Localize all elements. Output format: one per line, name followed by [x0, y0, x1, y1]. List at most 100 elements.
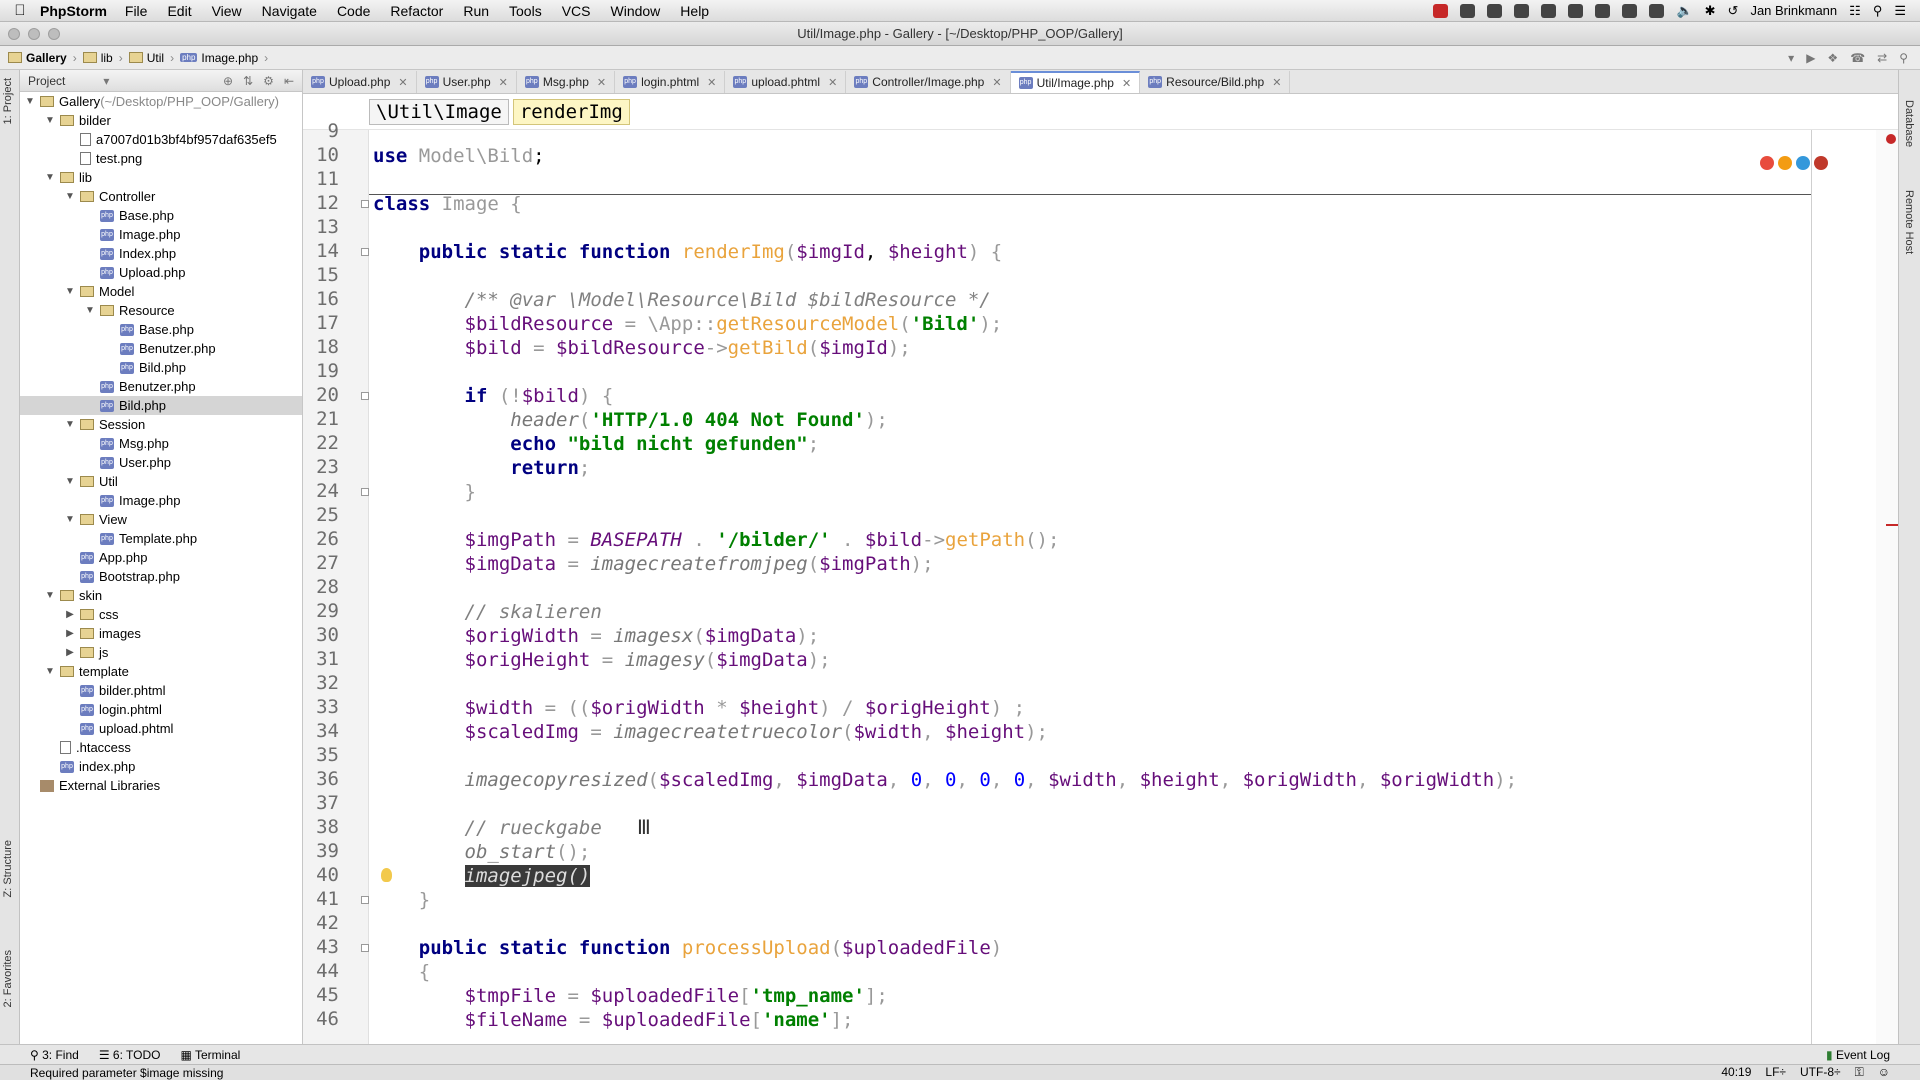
menu-tools[interactable]: Tools: [509, 3, 542, 19]
scroll-from-source-icon[interactable]: ⊕: [223, 74, 233, 88]
code-line[interactable]: $origHeight = imagesy($imgData);: [373, 648, 831, 672]
opera-icon[interactable]: [1814, 156, 1828, 170]
dropbox-icon[interactable]: [1460, 3, 1476, 18]
tree-item[interactable]: ▼ template: [20, 662, 302, 681]
menu-navigate[interactable]: Navigate: [262, 3, 317, 19]
tree-item[interactable]: php Image.php: [20, 225, 302, 244]
tree-item[interactable]: ▼ Resource: [20, 301, 302, 320]
expand-down-icon[interactable]: ▼: [44, 666, 56, 677]
code-line[interactable]: use Model\Bild;: [373, 144, 556, 168]
tree-item[interactable]: php Bootstrap.php: [20, 567, 302, 586]
expand-right-icon[interactable]: ▶: [64, 647, 76, 658]
remote-host-tool-tab[interactable]: Remote Host: [1903, 190, 1915, 254]
tree-item[interactable]: php bilder.phtml: [20, 681, 302, 700]
minimize-window-button[interactable]: [28, 28, 40, 40]
safari-icon[interactable]: [1796, 156, 1810, 170]
zoom-window-button[interactable]: [48, 28, 60, 40]
spotlight-icon[interactable]: ⚲: [1873, 3, 1883, 19]
search-everywhere-icon[interactable]: ⚲: [1899, 51, 1908, 65]
notification-center-icon[interactable]: ☰: [1894, 3, 1906, 19]
menu-help[interactable]: Help: [680, 3, 709, 19]
tree-item[interactable]: test.png: [20, 149, 302, 168]
editor-tab[interactable]: php User.php ✕: [417, 71, 517, 93]
find-tool-tab[interactable]: ⚲ 3: Find: [30, 1048, 79, 1062]
cloud-icon[interactable]: [1595, 3, 1611, 18]
tree-item[interactable]: ▼ Util: [20, 472, 302, 491]
close-tab-icon[interactable]: ✕: [992, 76, 1001, 89]
close-window-button[interactable]: [8, 28, 20, 40]
tray-app-icon[interactable]: [1487, 3, 1503, 18]
code-line[interactable]: }: [373, 888, 430, 912]
error-status-icon[interactable]: [1886, 134, 1896, 144]
line-separator[interactable]: LF÷: [1765, 1065, 1786, 1080]
code-line[interactable]: $bild = $bildResource->getBild($imgId);: [373, 336, 911, 360]
tree-item[interactable]: php Base.php: [20, 320, 302, 339]
code-line[interactable]: if (!$bild) {: [373, 384, 614, 408]
code-line[interactable]: $imgData = imagecreatefromjpeg($imgPath)…: [373, 552, 934, 576]
tree-item[interactable]: a7007d01b3bf4bf957daf635ef5: [20, 130, 302, 149]
expand-down-icon[interactable]: ▼: [44, 590, 56, 601]
expand-down-icon[interactable]: ▼: [64, 419, 76, 430]
namespace-crumb[interactable]: \Util\Image: [369, 98, 509, 125]
menu-refactor[interactable]: Refactor: [390, 3, 443, 19]
info-icon[interactable]: [1541, 3, 1557, 18]
expand-down-icon[interactable]: ▼: [64, 286, 76, 297]
breadcrumb-gallery[interactable]: Gallery ›: [8, 51, 77, 65]
expand-down-icon[interactable]: ▼: [64, 476, 76, 487]
code-line[interactable]: public static function processUpload($up…: [373, 936, 1002, 960]
code-line[interactable]: }: [373, 480, 476, 504]
app-menu[interactable]: PhpStorm: [40, 3, 107, 19]
tree-item[interactable]: php App.php: [20, 548, 302, 567]
editor-tab[interactable]: php login.phtml ✕: [615, 71, 726, 93]
project-tool-tab[interactable]: 1: Project: [2, 78, 14, 124]
tree-item[interactable]: ▼ Session: [20, 415, 302, 434]
code-line[interactable]: {: [373, 960, 430, 984]
tree-item[interactable]: ▶ js: [20, 643, 302, 662]
tree-item[interactable]: php Benutzer.php: [20, 339, 302, 358]
caret-position[interactable]: 40:19: [1721, 1065, 1751, 1080]
code-line[interactable]: /** @var \Model\Resource\Bild $bildResou…: [373, 288, 991, 312]
code-line[interactable]: $tmpFile = $uploadedFile['tmp_name'];: [373, 984, 888, 1008]
tree-item[interactable]: ▼ skin: [20, 586, 302, 605]
fold-toggle-icon[interactable]: [361, 896, 369, 904]
menu-file[interactable]: File: [125, 3, 148, 19]
tree-item[interactable]: php Msg.php: [20, 434, 302, 453]
tray-app-icon-2[interactable]: [1514, 3, 1530, 18]
expand-right-icon[interactable]: ▶: [64, 628, 76, 639]
tree-item[interactable]: php Benutzer.php: [20, 377, 302, 396]
debug-icon[interactable]: ❖: [1827, 51, 1838, 65]
code-line[interactable]: header('HTTP/1.0 404 Not Found');: [373, 408, 888, 432]
evernote-icon[interactable]: [1622, 3, 1638, 18]
code-line[interactable]: $origWidth = imagesx($imgData);: [373, 624, 820, 648]
menu-view[interactable]: View: [212, 3, 242, 19]
vcs-icon[interactable]: ⇄: [1877, 51, 1887, 65]
editor-scrollbar[interactable]: [1876, 130, 1898, 1044]
code-line[interactable]: $scaledImg = imagecreatetruecolor($width…: [373, 720, 1048, 744]
menu-run[interactable]: Run: [463, 3, 489, 19]
breadcrumb-image-php[interactable]: php Image.php ›: [180, 51, 268, 65]
tree-item[interactable]: .htaccess: [20, 738, 302, 757]
tree-item[interactable]: ▼ View: [20, 510, 302, 529]
user-name[interactable]: Jan Brinkmann: [1750, 3, 1837, 18]
tree-item[interactable]: ▼ lib: [20, 168, 302, 187]
tree-item[interactable]: php Bild.php: [20, 358, 302, 377]
volume-icon[interactable]: 🔈: [1676, 3, 1692, 19]
code-line[interactable]: ob_start();: [373, 840, 591, 864]
editor-tab[interactable]: php Controller/Image.php ✕: [846, 71, 1011, 93]
breadcrumb-util[interactable]: Util ›: [128, 51, 174, 65]
expand-down-icon[interactable]: ▼: [24, 96, 36, 107]
close-tab-icon[interactable]: ✕: [707, 76, 716, 89]
tree-item[interactable]: php User.php: [20, 453, 302, 472]
event-log-tab[interactable]: ▮ Event Log: [1826, 1048, 1920, 1062]
tree-item[interactable]: php Template.php: [20, 529, 302, 548]
tree-item[interactable]: php Base.php: [20, 206, 302, 225]
database-tool-tab[interactable]: Database: [1903, 100, 1915, 147]
editor-tab[interactable]: php Upload.php ✕: [303, 71, 417, 93]
code-line[interactable]: $fileName = $uploadedFile['name'];: [373, 1008, 854, 1032]
expand-down-icon[interactable]: ▼: [64, 191, 76, 202]
method-crumb[interactable]: renderImg: [512, 98, 630, 125]
editor-tab[interactable]: php Util/Image.php ✕: [1010, 71, 1141, 93]
fold-toggle-icon[interactable]: [361, 392, 369, 400]
close-tab-icon[interactable]: ✕: [1272, 76, 1281, 89]
hector-icon[interactable]: ☺: [1878, 1065, 1890, 1080]
